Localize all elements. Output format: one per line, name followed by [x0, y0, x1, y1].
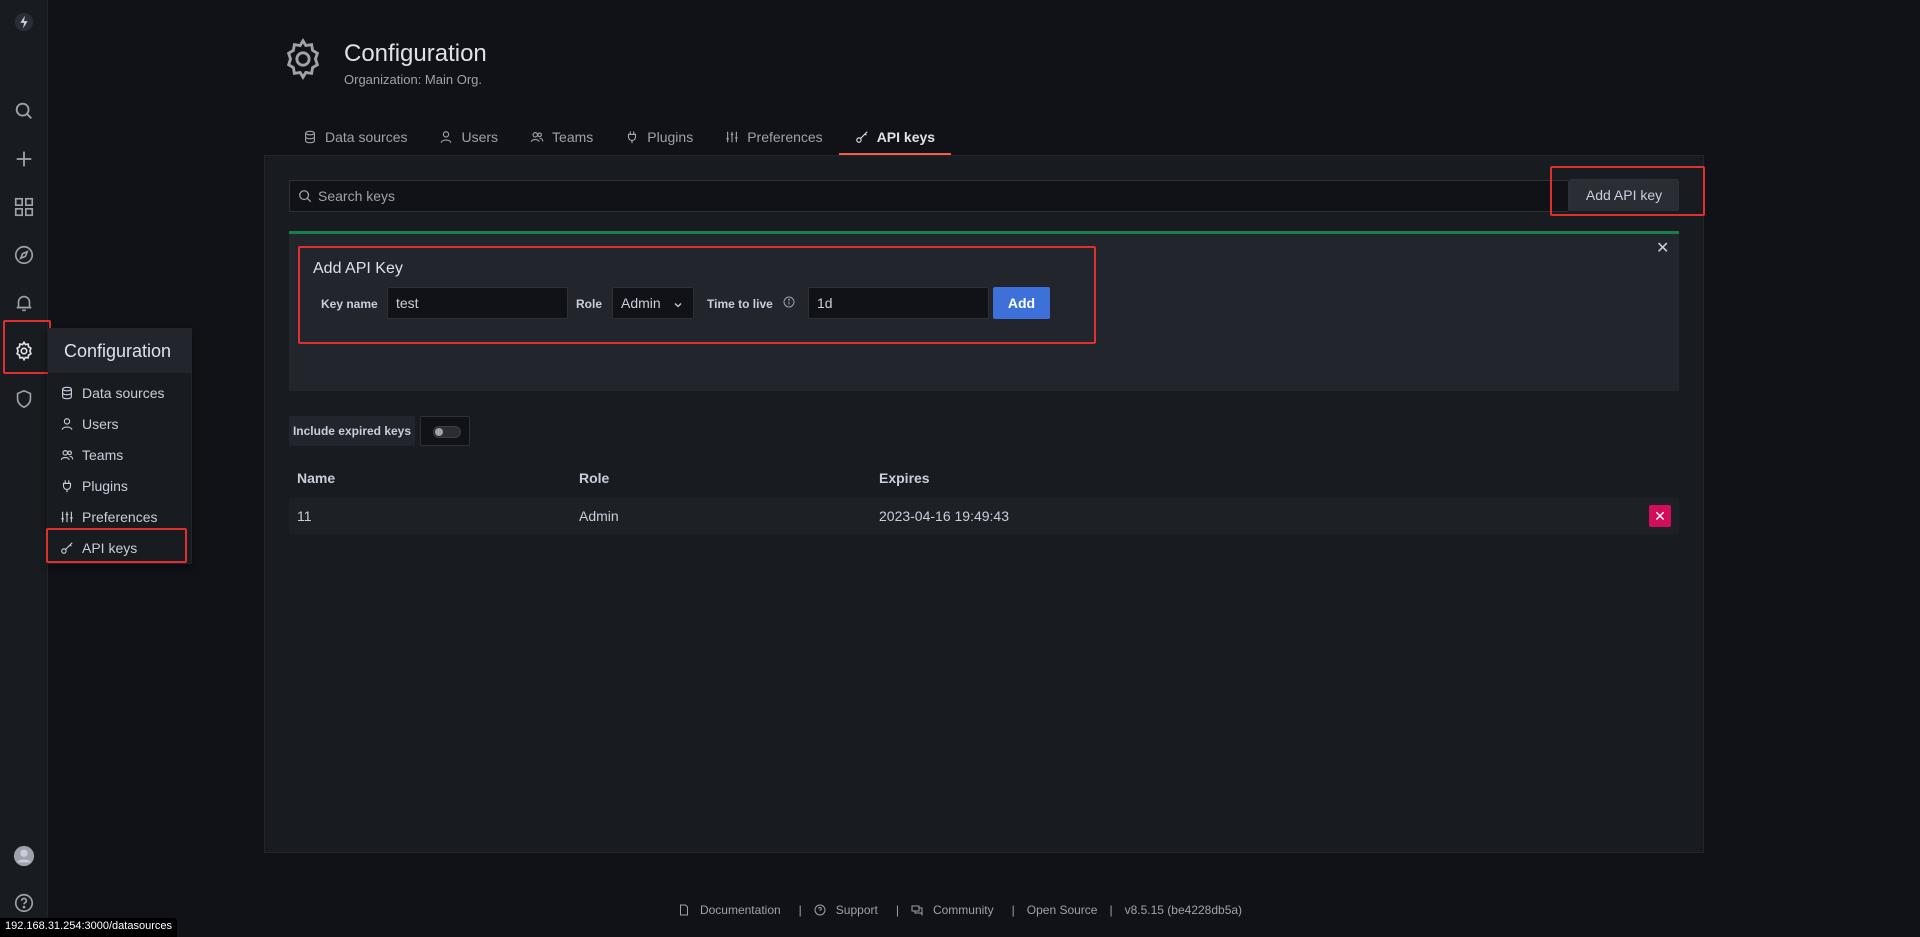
tab-label: Users: [461, 129, 499, 145]
time-to-live-input[interactable]: [808, 287, 989, 319]
plug-icon: [628, 131, 637, 144]
search-icon: [299, 190, 312, 203]
tab-label: Teams: [552, 129, 594, 145]
server-admin-shield-icon[interactable]: [0, 379, 48, 419]
close-icon[interactable]: ✕: [1656, 241, 1670, 257]
flyout-item-label: Teams: [82, 446, 124, 463]
tab-teams[interactable]: Teams: [514, 120, 609, 154]
explore-compass-icon[interactable]: [0, 235, 48, 275]
footer-documentation-label: Documentation: [699, 903, 781, 917]
tab-api-keys[interactable]: API keys: [838, 120, 952, 156]
sliders-icon: [61, 511, 73, 522]
chevron-down-icon: [674, 303, 682, 308]
role-select[interactable]: Admin: [612, 287, 694, 319]
plug-icon: [62, 479, 72, 492]
key-icon: [61, 541, 73, 554]
footer-support-label: Support: [835, 903, 878, 917]
add-api-key-title: Add API Key: [313, 260, 403, 277]
tab-plugins[interactable]: Plugins: [609, 120, 709, 154]
tab-data-sources[interactable]: Data sources: [287, 120, 423, 154]
footer-separator: |: [798, 903, 802, 917]
delete-key-button[interactable]: ✕: [1649, 505, 1671, 527]
footer-separator: |: [1011, 903, 1015, 917]
row-expires-cell: 2023-04-16 19:49:43: [879, 508, 1009, 524]
include-expired-label: Include expired keys: [289, 416, 415, 446]
flyout-item-label: Data sources: [82, 384, 165, 401]
toggle-knob: [435, 428, 443, 436]
configuration-flyout-menu: Configuration Data sources Users Teams P…: [48, 328, 192, 564]
flyout-item-preferences[interactable]: Preferences: [48, 501, 191, 532]
tab-label: Plugins: [647, 129, 694, 145]
grafana-logo-icon[interactable]: [0, 2, 48, 42]
database-icon: [62, 386, 72, 399]
time-to-live-label: Time to live: [707, 297, 773, 311]
side-nav: [0, 0, 48, 937]
footer-version: v8.5.15 (be4228db5a): [1124, 903, 1243, 917]
footer-community-link[interactable]: Community: [911, 903, 1000, 917]
question-circle-icon: [814, 904, 826, 916]
flyout-item-teams[interactable]: Teams: [48, 439, 191, 470]
page-title: Configuration: [344, 40, 487, 67]
flyout-item-label: API keys: [82, 539, 138, 556]
plus-icon[interactable]: [0, 139, 48, 179]
flyout-item-users[interactable]: Users: [48, 408, 191, 439]
tab-label: API keys: [876, 128, 936, 145]
footer: Documentation | Support | Community | Op…: [0, 903, 1920, 917]
flyout-item-data-sources[interactable]: Data sources: [48, 377, 191, 408]
search-input[interactable]: [318, 188, 1568, 204]
footer-support-link[interactable]: Support: [814, 903, 884, 917]
flyout-item-label: Users: [82, 415, 119, 432]
role-label: Role: [576, 297, 603, 311]
flyout-item-label: Plugins: [82, 477, 128, 494]
status-bar-url: 192.168.31.254:3000/datasources: [0, 918, 177, 937]
user-icon: [441, 131, 452, 143]
page-subtitle: Organization: Main Org.: [344, 72, 483, 87]
flyout-item-label: Preferences: [82, 508, 158, 525]
column-header-expires: Expires: [879, 470, 930, 486]
include-expired-toggle[interactable]: [420, 416, 470, 446]
avatar[interactable]: [0, 836, 48, 876]
search-box: [289, 180, 1569, 212]
add-button[interactable]: Add: [993, 287, 1050, 319]
tab-label: Data sources: [325, 129, 408, 145]
close-icon: ✕: [1654, 507, 1666, 524]
row-name-cell: 11: [297, 508, 312, 524]
page-header-gear-icon: [280, 36, 326, 82]
row-role-cell: Admin: [579, 508, 619, 524]
alerting-bell-icon[interactable]: [0, 283, 48, 323]
document-icon: [679, 904, 688, 916]
users-icon: [60, 449, 74, 460]
configuration-gear-icon[interactable]: [0, 331, 48, 371]
footer-open-source-link[interactable]: Open Source: [1027, 903, 1098, 917]
user-icon: [61, 417, 73, 430]
column-header-name: Name: [297, 470, 336, 486]
footer-community-label: Community: [932, 903, 994, 917]
column-header-role: Role: [579, 470, 610, 486]
toggle-track: [433, 426, 461, 438]
key-name-label: Key name: [321, 297, 378, 311]
flyout-item-plugins[interactable]: Plugins: [48, 470, 191, 501]
flyout-item-api-keys[interactable]: API keys: [48, 532, 191, 563]
add-api-key-button[interactable]: Add API key: [1569, 179, 1679, 211]
tab-preferences[interactable]: Preferences: [709, 120, 838, 154]
search-icon[interactable]: [0, 91, 48, 131]
footer-separator: |: [895, 903, 899, 917]
tab-bar: Data sources Users Teams Plugins Prefere…: [287, 120, 952, 156]
tab-label: Preferences: [747, 129, 823, 145]
tab-users[interactable]: Users: [423, 120, 514, 154]
footer-separator: |: [1109, 903, 1113, 917]
users-icon: [530, 132, 544, 143]
sliders-icon: [726, 131, 738, 143]
info-circle-icon[interactable]: [783, 296, 795, 308]
comments-icon: [911, 905, 923, 916]
role-select-value: Admin: [621, 295, 661, 311]
footer-documentation-link[interactable]: Documentation: [678, 903, 787, 917]
flyout-title: Configuration: [48, 329, 191, 373]
database-icon: [305, 130, 315, 144]
key-name-input[interactable]: [387, 287, 568, 319]
dashboards-icon[interactable]: [0, 187, 48, 227]
key-icon: [855, 130, 868, 143]
